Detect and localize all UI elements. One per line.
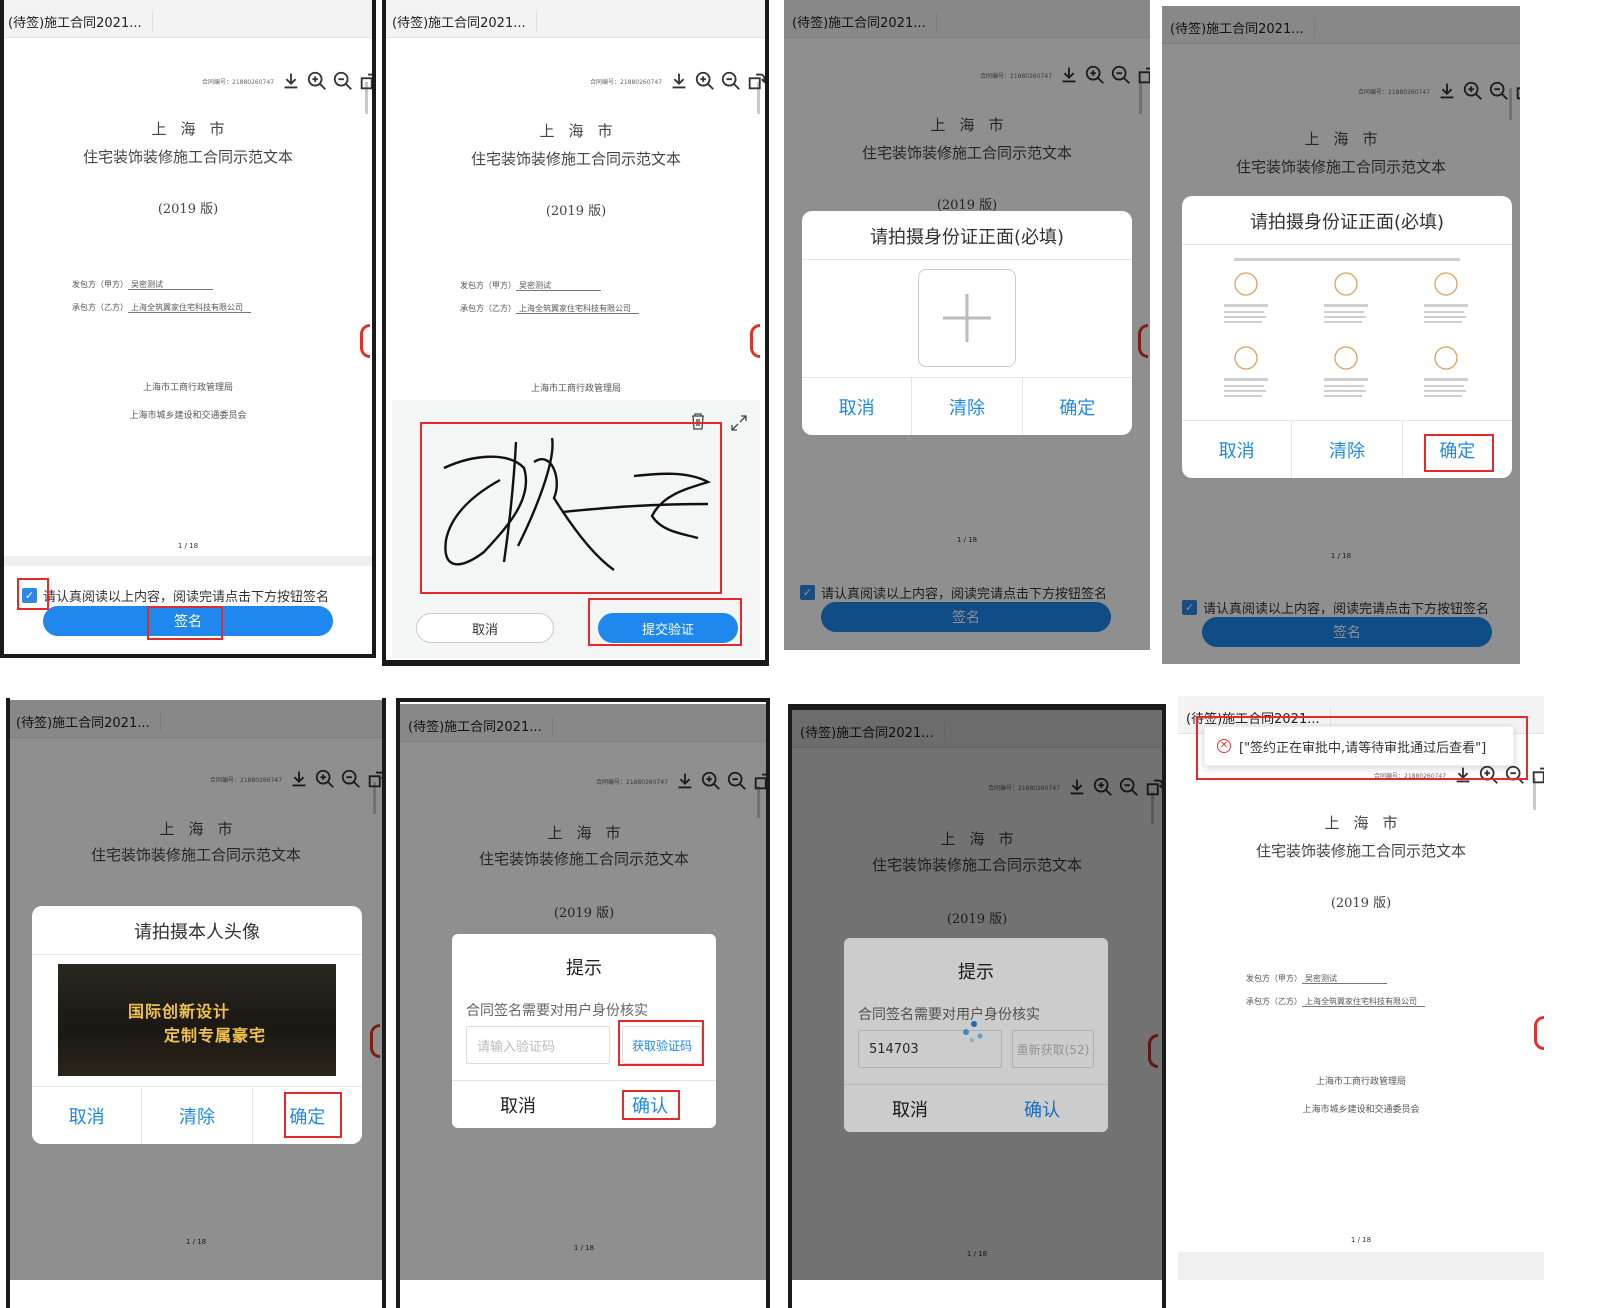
consent-row: ✓ 请认真阅读以上内容，阅读完请点击下方按钮签名: [22, 586, 329, 605]
tab-contract[interactable]: (待签)施工合同2021...: [392, 12, 537, 31]
highlight-checkbox: [17, 578, 49, 610]
page-dim: [792, 710, 1162, 1280]
id-photo-modal: 请拍摄身份证正面(必填) 取消 清除 确定: [802, 211, 1132, 435]
confirm-button[interactable]: 确定: [1023, 378, 1132, 435]
highlight-signature: [420, 422, 722, 594]
id-photo-preview: [1194, 254, 1500, 414]
cancel-button[interactable]: 取消: [1182, 421, 1293, 478]
modal-title: 请拍摄身份证正面(必填): [802, 211, 1132, 260]
zoom-out-icon[interactable]: [332, 70, 354, 92]
doc-toolbar: 合同编号：21880260747: [202, 70, 376, 92]
signature-cancel-button[interactable]: 取消: [416, 613, 554, 643]
document-page: 合同编号：21880260747 上海市 住宅装饰装修施工合同示范文本 (201…: [0, 38, 376, 658]
seal-mark: [360, 324, 370, 358]
error-icon: ✕: [1217, 739, 1231, 753]
modal-message: 合同签名需要对用户身份核实: [466, 1003, 648, 1019]
panel-2-signature: (待签)施工合同2021... 合同编号：21880260747 上海市 住宅装…: [384, 0, 768, 664]
footer-bar: [0, 556, 376, 566]
doc-version: (2019 版): [1330, 896, 1392, 911]
tab-bar: (待签)施工合同2021...: [384, 0, 768, 38]
doc-version: (2019 版): [157, 202, 219, 217]
modal-buttons: 取消 清除 确定: [802, 377, 1132, 435]
page-indicator: 1 / 18: [177, 542, 199, 550]
document-page: 合同编号：21880260747 上海市 住宅装饰装修施工合同示范文本 (201…: [1178, 734, 1544, 1280]
zoom-out-icon[interactable]: [720, 70, 742, 92]
party-b: 承包方（乙方） 上海全筑翼家住宅科技有限公司: [1246, 996, 1425, 1007]
download-icon[interactable]: [668, 70, 690, 92]
doc-title: 住宅装饰装修施工合同示范文本: [470, 150, 681, 168]
tab-contract[interactable]: (待签)施工合同2021...: [8, 12, 153, 31]
doc-city: 上海市: [151, 120, 239, 138]
contract-number: 合同编号：21880260747: [202, 78, 275, 86]
issuer-1: 上海市工商行政管理局: [530, 384, 621, 394]
doc-toolbar: 合同编号：21880260747: [590, 70, 768, 92]
plus-icon: [937, 288, 997, 348]
panel-1-contract-view: (待签)施工合同2021... 合同编号：21880260747 上海市 住宅装…: [0, 0, 376, 658]
add-photo-button[interactable]: [918, 269, 1016, 367]
doc-version: (2019 版): [545, 204, 607, 219]
panel-7-verify-submitting: (待签)施工合同2021... 合同编号：21880260747 上海市 住宅装…: [792, 710, 1162, 1280]
issuer-1: 上海市工商行政管理局: [1315, 1077, 1406, 1087]
expand-icon[interactable]: [730, 414, 748, 432]
rotate-icon[interactable]: [358, 70, 376, 92]
photo-caption-1: 国际创新设计: [128, 1002, 231, 1021]
verify-code-input[interactable]: 请输入验证码: [466, 1026, 610, 1064]
footer-bar: [1178, 1252, 1544, 1280]
highlight-confirm: [284, 1092, 342, 1138]
rotate-icon[interactable]: [1530, 764, 1544, 786]
modal-title: 请拍摄身份证正面(必填): [1182, 196, 1512, 245]
doc-city: 上海市: [539, 122, 627, 140]
party-a: 发包方（甲方） 吴密测试: [460, 280, 601, 291]
photo-caption-2: 定制专属豪宅: [164, 1026, 267, 1045]
doc-title: 住宅装饰装修施工合同示范文本: [1255, 842, 1466, 860]
highlight-confirm: [622, 1090, 680, 1120]
party-b: 承包方（乙方） 上海全筑翼家住宅科技有限公司: [460, 303, 639, 314]
party-a: 发包方（甲方） 吴密测试: [72, 279, 213, 290]
highlight-get-code: [618, 1020, 704, 1066]
panel-4-id-photo-filled: (待签)施工合同2021... 合同编号：21880260747 上海市 住宅装…: [1162, 6, 1520, 664]
consent-text: 请认真阅读以上内容，阅读完请点击下方按钮签名: [43, 590, 330, 605]
panel-6-verify-code: (待签)施工合同2021... 合同编号：21880260747 上海市 住宅装…: [400, 704, 768, 1280]
issuer-1: 上海市工商行政管理局: [142, 383, 233, 393]
clear-button[interactable]: 清除: [142, 1087, 253, 1144]
highlight-submit: [588, 598, 742, 646]
zoom-in-icon[interactable]: [694, 70, 716, 92]
panel-5-portrait: (待签)施工合同2021... 合同编号：21880260747 上海市 住宅装…: [8, 700, 384, 1280]
modal-title: 提示: [566, 958, 602, 979]
rotate-icon[interactable]: [746, 70, 768, 92]
panel-8-error: (待签)施工合同2021... 合同编号：21880260747 上海市 住宅装…: [1178, 696, 1544, 1280]
issuer-2: 上海市城乡建设和交通委员会: [129, 411, 247, 421]
clear-button[interactable]: 清除: [1292, 421, 1403, 478]
error-message: ["签约正在审批中,请等待审批通过后查看"]: [1239, 740, 1487, 756]
modal-title: 请拍摄本人头像: [32, 906, 362, 955]
highlight-sign-button: [147, 606, 223, 640]
highlight-confirm: [1424, 434, 1494, 472]
panel-3-id-photo-empty: (待签)施工合同2021... 合同编号：21880260747 上海市 住宅装…: [784, 0, 1150, 650]
seal-mark: [1534, 1016, 1544, 1050]
page-indicator: 1 / 18: [1350, 1236, 1372, 1244]
seal-mark: [750, 324, 760, 358]
cancel-button[interactable]: 取消: [802, 378, 913, 435]
doc-title: 住宅装饰装修施工合同示范文本: [82, 148, 293, 166]
tab-bar: (待签)施工合同2021...: [0, 0, 376, 38]
doc-city: 上海市: [1324, 814, 1412, 832]
cancel-button[interactable]: 取消: [452, 1081, 584, 1128]
error-toast: ✕ ["签约正在审批中,请等待审批通过后查看"]: [1204, 726, 1514, 766]
cancel-button[interactable]: 取消: [32, 1087, 143, 1144]
issuer-2: 上海市城乡建设和交通委员会: [1302, 1105, 1420, 1115]
portrait-photo: 国际创新设计 定制专属豪宅: [58, 964, 336, 1076]
contract-number: 合同编号：21880260747: [590, 78, 663, 86]
zoom-in-icon[interactable]: [306, 70, 328, 92]
clear-button[interactable]: 清除: [912, 378, 1023, 435]
party-a: 发包方（甲方） 吴密测试: [1246, 973, 1387, 984]
download-icon[interactable]: [280, 70, 302, 92]
party-b: 承包方（乙方） 上海全筑翼家住宅科技有限公司: [72, 302, 251, 313]
